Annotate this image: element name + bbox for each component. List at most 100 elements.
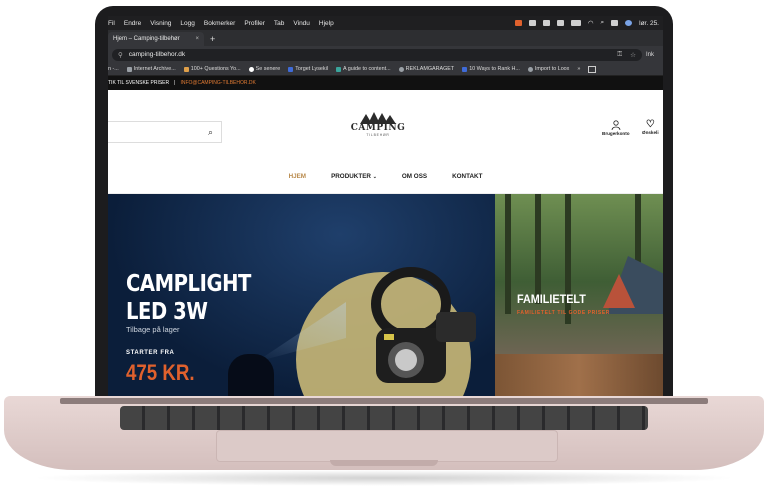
wishlist-label: Ønskeli: [642, 130, 659, 135]
bookmark-label: Torget Lysekil: [295, 66, 328, 72]
battery-icon[interactable]: [570, 20, 581, 26]
flag-icon: [288, 66, 294, 72]
bookmarks-bar: n -... Internet Archive... 100+ Question…: [108, 63, 663, 76]
hero-banner[interactable]: CAMPLIGHT LED 3W Tilbage på lager STARTE…: [108, 194, 495, 396]
menu-item[interactable]: Visning: [150, 20, 171, 27]
bookmark-label: REKLAMGARAGET: [405, 66, 455, 72]
site-search-input[interactable]: ⌕: [108, 121, 222, 143]
laptop-screen: Fil Endre Visning Logg Bokmerker Profile…: [108, 16, 663, 396]
script-icon[interactable]: [528, 20, 536, 26]
wifi-icon[interactable]: ◠: [588, 19, 594, 27]
hero-title: CAMPLIGHT LED 3W: [126, 270, 251, 326]
bookmark-label: A guide to content...: [343, 66, 391, 72]
address-bar[interactable]: ⚲ camping-tilbehor.dk ⚿ ☆: [112, 48, 642, 61]
account-link[interactable]: Brugerkonto: [602, 120, 630, 136]
promo-title: FAMILIETELT: [517, 292, 586, 306]
bird-icon[interactable]: [542, 20, 550, 26]
bookmark-item[interactable]: 100+ Questions Yo...: [183, 66, 241, 72]
menu-item[interactable]: Endre: [124, 20, 141, 27]
menu-item[interactable]: Profiler: [244, 20, 265, 27]
bookmark-item[interactable]: Import to Loox: [527, 66, 570, 72]
google-icon: [248, 66, 254, 72]
nav-item-products[interactable]: PRODUKTER ⌄: [331, 173, 377, 180]
url-text[interactable]: camping-tilbehor.dk: [129, 51, 185, 58]
bookmark-label: 100+ Questions Yo...: [190, 66, 241, 72]
main-navigation: HJEM PRODUKTER ⌄ OM OSS KONTAKT: [108, 160, 663, 194]
menu-item[interactable]: Logg: [180, 20, 194, 27]
menu-item[interactable]: Tab: [274, 20, 284, 27]
laptop-trackpad: [216, 430, 558, 462]
password-key-icon[interactable]: ⚿: [617, 51, 622, 59]
doc-icon: [336, 66, 341, 72]
person-silhouette: [228, 354, 274, 396]
bookmark-label: Import to Loox: [534, 66, 570, 72]
browser-tabstrip: Hjem – Camping-tilbehør × +: [108, 30, 663, 46]
menu-item[interactable]: Bokmerker: [204, 20, 235, 27]
menubar-clock[interactable]: lør. 25.: [639, 20, 659, 27]
tab-title: Hjem – Camping-tilbehør: [113, 36, 180, 42]
bookmark-label: Se senere: [255, 66, 281, 72]
bookmark-item[interactable]: REKLAMGARAGET: [398, 66, 455, 72]
site-header: ⌕ CAMPING TILBEHØR Brugerkonto ♡ Ønskeli: [108, 90, 663, 161]
site-logo[interactable]: CAMPING TILBEHØR: [350, 112, 406, 148]
media-icon[interactable]: [556, 20, 564, 26]
promo-subtitle: FAMILIETELT TIL GODE PRISER: [517, 310, 610, 316]
menu-item[interactable]: Hjelp: [319, 20, 334, 27]
logo-tagline: TILBEHØR: [366, 133, 390, 137]
profile-button[interactable]: Ink: [646, 52, 654, 58]
hero-price: 475 KR.: [126, 360, 195, 385]
bookmark-item[interactable]: A guide to content...: [336, 66, 391, 72]
menu-item[interactable]: Vindu: [293, 20, 310, 27]
site-announcement-bar: TIK TIL SVENSKE PRISER | INFO@CAMPING-TI…: [108, 76, 663, 90]
laptop-shadow: [30, 470, 738, 486]
link-icon: [462, 66, 468, 72]
nav-item-about[interactable]: OM OSS: [402, 173, 427, 180]
more-bookmarks-icon[interactable]: »: [577, 66, 580, 72]
folder-icon: [183, 66, 189, 72]
archive-icon: [126, 66, 132, 72]
nav-item-label: PRODUKTER: [331, 173, 371, 180]
control-center-icon[interactable]: [611, 20, 619, 26]
nav-item-home[interactable]: HJEM: [289, 173, 307, 180]
bookmark-star-icon[interactable]: ☆: [630, 51, 636, 59]
macos-menubar: Fil Endre Visning Logg Bokmerker Profile…: [108, 16, 663, 30]
bookmark-item[interactable]: 10 Ways to Rank H...: [462, 66, 520, 72]
laptop-keyboard: [120, 406, 648, 430]
status-icons: ◠ ⌕ lør. 25.: [514, 19, 663, 27]
tab-close-icon[interactable]: ×: [195, 36, 199, 42]
bookmark-item[interactable]: Se senere: [248, 66, 281, 72]
all-bookmarks-folder-icon[interactable]: [588, 65, 597, 73]
search-icon[interactable]: ⌕: [208, 127, 213, 138]
promo-tile-family-tent[interactable]: FAMILIETELT FAMILIETELT TIL GODE PRISER: [495, 194, 663, 354]
heart-icon: ♡: [645, 119, 655, 130]
new-tab-button[interactable]: +: [210, 32, 215, 46]
bookmark-item[interactable]: n -...: [108, 66, 119, 72]
hero-subtitle: Tilbage på lager: [126, 325, 180, 334]
app-status-icon[interactable]: [514, 20, 522, 26]
email-link[interactable]: INFO@CAMPING-TILBEHOR.DK: [180, 80, 255, 86]
account-label: Brugerkonto: [602, 131, 630, 136]
globe-icon: [398, 66, 404, 72]
bookmark-label: Internet Archive...: [133, 66, 176, 72]
hero-title-line: CAMPLIGHT: [126, 271, 251, 297]
wishlist-link[interactable]: ♡ Ønskeli: [642, 119, 659, 136]
bookmark-item[interactable]: Torget Lysekil: [288, 66, 328, 72]
country-switch-link[interactable]: TIK TIL SVENSKE PRISER: [108, 80, 169, 86]
hero-price-label: STARTER FRA: [126, 350, 175, 356]
search-icon[interactable]: ⌕: [600, 19, 604, 27]
tree-trunk: [535, 194, 541, 304]
bookmark-item[interactable]: Internet Archive...: [126, 66, 176, 72]
tree-trunk: [505, 194, 511, 314]
user-icon: [611, 120, 621, 131]
nav-item-contact[interactable]: KONTAKT: [452, 173, 482, 180]
headlamp-product-image: [371, 267, 476, 383]
browser-toolbar: ⚲ camping-tilbehor.dk ⚿ ☆ Ink: [108, 46, 663, 63]
site-info-icon[interactable]: ⚲: [118, 51, 123, 59]
browser-tab[interactable]: Hjem – Camping-tilbehør ×: [108, 32, 204, 46]
siri-icon[interactable]: [625, 20, 633, 26]
laptop-notch: [330, 460, 438, 466]
promo-tile-secondary[interactable]: [495, 354, 663, 396]
laptop-hinge: [60, 398, 708, 404]
bookmark-label: n -...: [108, 66, 119, 72]
menu-item[interactable]: Fil: [108, 20, 115, 27]
